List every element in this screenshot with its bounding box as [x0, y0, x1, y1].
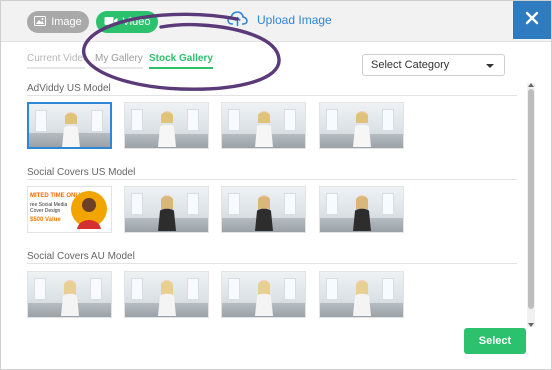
thumbnail[interactable] [124, 102, 209, 149]
background-window [284, 278, 296, 300]
promo-line: $500 Value [30, 217, 61, 223]
thumbnail[interactable] [27, 102, 112, 149]
background-window [326, 278, 338, 300]
thumbnail[interactable] [221, 186, 306, 233]
background-window [284, 109, 296, 131]
presenter-figure [255, 280, 273, 316]
section-title-social-covers-au: Social Covers AU Model [27, 251, 135, 262]
background-window [187, 193, 199, 215]
select-button[interactable]: Select [464, 328, 526, 354]
presenter-figure [353, 195, 371, 231]
thumbnail[interactable] [319, 186, 404, 233]
presenter-figure [62, 112, 80, 147]
background-window [131, 278, 143, 300]
thumbnail[interactable] [124, 271, 209, 318]
background-window [90, 278, 102, 300]
background-window [284, 193, 296, 215]
tab-current-video[interactable]: Current Video [27, 53, 85, 69]
background-window [131, 109, 143, 131]
upload-image-label: Upload Image [257, 13, 332, 27]
section-divider [27, 95, 517, 96]
section-title-social-covers-us: Social Covers US Model [27, 167, 136, 178]
modal-header: Image Video Upload Image [1, 1, 551, 42]
caret-down-icon [486, 64, 494, 68]
scrollbar-thumb[interactable] [528, 89, 534, 309]
thumbnail[interactable] [124, 186, 209, 233]
promo-line: Cover Design [30, 208, 61, 214]
upload-image-link[interactable]: Upload Image [227, 9, 332, 31]
background-window [187, 278, 199, 300]
presenter-figure [255, 111, 273, 147]
presenter-figure [158, 195, 176, 231]
video-camera-icon [104, 16, 118, 29]
background-window [91, 110, 103, 132]
presenter-figure [158, 280, 176, 316]
background-window [326, 109, 338, 131]
scroll-up-arrow-icon[interactable] [528, 83, 534, 87]
close-button[interactable] [513, 1, 551, 39]
cloud-upload-icon [227, 10, 249, 31]
thumbnail-promo[interactable]: MITED TIME ONLY! ree Social Media Cover … [27, 186, 112, 233]
presenter-figure [255, 195, 273, 231]
background-window [34, 278, 46, 300]
video-mode-label: Video [122, 16, 151, 28]
background-window [382, 278, 394, 300]
image-icon [34, 15, 47, 29]
background-window [382, 193, 394, 215]
background-window [187, 109, 199, 131]
image-mode-label: Image [51, 16, 82, 28]
category-select-value: Select Category [371, 59, 450, 71]
presenter-avatar [71, 191, 107, 229]
background-window [35, 110, 47, 132]
thumbnail[interactable] [27, 271, 112, 318]
background-window [326, 193, 338, 215]
section-divider [27, 179, 517, 180]
close-icon [525, 11, 539, 30]
background-window [131, 193, 143, 215]
vertical-scrollbar[interactable] [527, 83, 535, 327]
background-window [228, 193, 240, 215]
background-window [382, 109, 394, 131]
category-select[interactable]: Select Category [362, 54, 505, 76]
thumbnail[interactable] [319, 102, 404, 149]
presenter-figure [158, 111, 176, 147]
media-picker-modal: Image Video Upload Image Current Video M… [0, 0, 552, 370]
video-mode-button[interactable]: Video [96, 11, 158, 33]
section-divider [27, 263, 517, 264]
thumbnail[interactable] [319, 271, 404, 318]
thumbnail[interactable] [221, 102, 306, 149]
presenter-figure [353, 111, 371, 147]
scroll-down-arrow-icon[interactable] [528, 323, 534, 327]
background-window [228, 109, 240, 131]
tab-stock-gallery[interactable]: Stock Gallery [149, 53, 213, 69]
section-title-adviddy-us: AdViddy US Model [27, 83, 111, 94]
tab-my-gallery[interactable]: My Gallery [95, 53, 143, 69]
presenter-figure [353, 280, 371, 316]
image-mode-button[interactable]: Image [27, 11, 89, 33]
presenter-figure [61, 280, 79, 316]
thumbnail[interactable] [221, 271, 306, 318]
background-window [228, 278, 240, 300]
